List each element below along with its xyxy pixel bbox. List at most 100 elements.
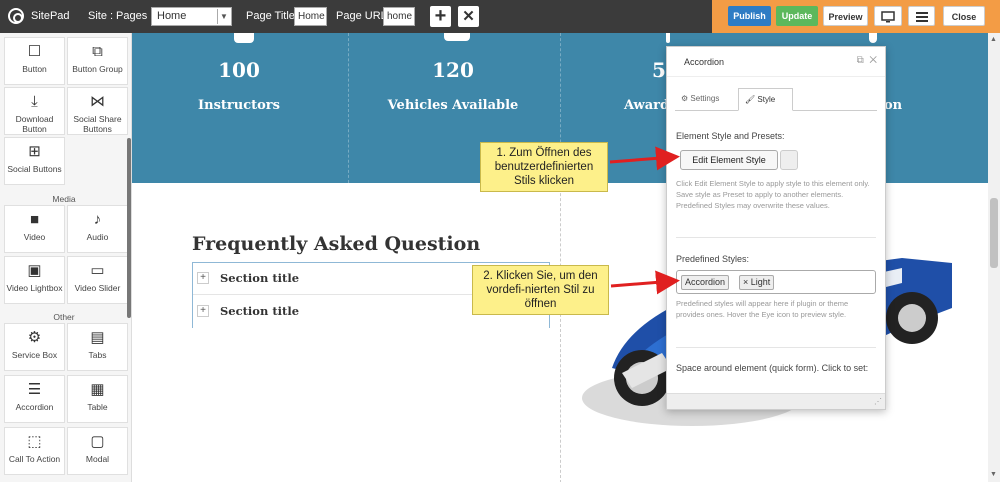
gear-icon: ⚙	[27, 329, 42, 346]
widget-accordion[interactable]: ☰ Accordion	[4, 375, 65, 423]
pages-select-value: Home	[157, 10, 187, 22]
scroll-up-icon[interactable]: ▲	[990, 36, 997, 43]
close-icon[interactable]: ✕	[869, 55, 877, 66]
stat-label: Instructors	[198, 98, 280, 113]
tab-settings[interactable]: ⚙ Settings	[675, 88, 737, 111]
stat-number: 100	[218, 58, 260, 82]
widget-video-lightbox[interactable]: ▣ Video Lightbox	[4, 256, 65, 304]
edit-style-help: Click Edit Element Style to apply style …	[676, 179, 870, 210]
edit-element-style-button[interactable]: Edit Element Style	[680, 150, 778, 170]
action-bar: Publish Update Preview Close	[712, 0, 1000, 33]
audio-icon: ♪	[93, 211, 102, 228]
page-scrollbar[interactable]: ▲ ▼	[988, 33, 1000, 482]
page-title-input[interactable]: Home	[294, 7, 327, 26]
section-media-label: Media	[52, 194, 76, 204]
widget-label: Service Box	[11, 350, 58, 360]
app-name: SitePad	[31, 10, 70, 22]
widget-call-to-action[interactable]: ⬚ Call To Action	[4, 427, 65, 475]
publish-button[interactable]: Publish	[728, 6, 771, 26]
callout-step-1: 1. Zum Öffnen des benutzerdefinierten St…	[480, 142, 608, 192]
preset-swatch[interactable]	[780, 150, 798, 170]
widget-label: Video	[23, 232, 46, 242]
chevron-down-icon: ▼	[217, 9, 230, 24]
table-icon: ▦	[90, 381, 105, 398]
page-url-label: Page URL:	[336, 10, 390, 22]
panel-header: Accordion ⧉ ✕	[667, 47, 885, 77]
widget-service-box[interactable]: ⚙ Service Box	[4, 323, 65, 371]
widget-label: Video Slider	[74, 283, 121, 293]
widget-video-slider[interactable]: ▭ Video Slider	[67, 256, 128, 304]
widget-label: Audio	[86, 232, 109, 242]
brush-icon: 🖌	[745, 95, 756, 104]
widget-button-group[interactable]: ⧉ Button Group	[67, 37, 128, 85]
widget-label: Download Button	[15, 114, 54, 134]
button-icon: ☐	[27, 43, 42, 60]
panel-controls: ⧉ ✕	[857, 55, 877, 66]
predefined-styles-help: Predefined styles will appear here if pl…	[676, 299, 849, 319]
sidebar-scrollbar[interactable]	[127, 138, 131, 318]
section-title: Section title	[220, 271, 300, 285]
space-around-title: Space around element (quick form). Click…	[676, 363, 869, 373]
widget-social-buttons[interactable]: ⊞ Social Buttons	[4, 137, 65, 185]
widget-modal[interactable]: ▢ Modal	[67, 427, 128, 475]
resize-handle-icon[interactable]: ⋰	[874, 397, 882, 406]
widget-video[interactable]: ■ Video	[4, 205, 65, 253]
modal-icon: ▢	[90, 433, 105, 450]
heart-icon	[869, 33, 877, 43]
add-page-icon[interactable]: +	[430, 6, 451, 27]
video-lightbox-icon: ▣	[27, 262, 42, 279]
site-label: Site :	[88, 10, 114, 22]
page-title-label: Page Title:	[246, 10, 298, 22]
widget-label: Video Lightbox	[6, 283, 63, 293]
section-other-label: Other	[53, 312, 75, 322]
plus-icon[interactable]: +	[197, 272, 209, 284]
callout-step-2: 2. Klicken Sie, um den vordefi-nierten S…	[472, 265, 609, 315]
predefined-styles-field[interactable]: Accordion × Light	[676, 270, 876, 294]
popout-icon[interactable]: ⧉	[857, 55, 864, 66]
video-icon: ■	[29, 211, 40, 228]
panel-title: Accordion	[684, 57, 725, 67]
tab-style[interactable]: 🖌 Style	[738, 88, 793, 111]
scroll-down-icon[interactable]: ▼	[990, 471, 997, 478]
scrollbar-thumb[interactable]	[990, 198, 998, 268]
video-slider-icon: ▭	[90, 262, 105, 279]
accordion-settings-panel: Accordion ⧉ ✕ ⚙ Settings 🖌 Style Element…	[666, 46, 886, 410]
menu-button[interactable]	[908, 6, 935, 26]
widget-social-share[interactable]: ⋈ Social Share Buttons	[67, 87, 128, 135]
section-title: Section title	[220, 304, 300, 318]
stat-number: 120	[432, 58, 474, 82]
close-button[interactable]: Close	[943, 6, 985, 26]
tab-label: Settings	[690, 94, 720, 103]
widget-tabs[interactable]: ▤ Tabs	[67, 323, 128, 371]
monitor-icon	[881, 11, 895, 23]
update-button[interactable]: Update	[776, 6, 818, 26]
preview-button[interactable]: Preview	[823, 6, 868, 26]
stat-item: 100 Instructors	[132, 33, 346, 183]
widget-label: Accordion	[15, 402, 54, 412]
widget-label: Social Share Buttons	[73, 114, 122, 134]
instructor-icon	[234, 33, 254, 43]
pages-label: Pages :	[116, 10, 154, 22]
predefined-styles-title: Predefined Styles:	[676, 254, 750, 264]
panel-tabs: ⚙ Settings 🖌 Style	[675, 88, 877, 111]
pages-select[interactable]: Home ▼	[151, 7, 232, 26]
page-url-input[interactable]: home	[383, 7, 415, 26]
element-style-title: Element Style and Presets:	[676, 131, 785, 141]
widget-download-button[interactable]: ⤓ Download Button	[4, 87, 65, 135]
plus-icon[interactable]: +	[197, 305, 209, 317]
widget-label: Button Group	[72, 64, 123, 74]
award-icon	[666, 33, 670, 43]
widget-audio[interactable]: ♪ Audio	[67, 205, 128, 253]
tab-label: Style	[757, 95, 776, 104]
social-buttons-icon: ⊞	[28, 143, 41, 160]
stat-label: Vehicles Available	[387, 98, 519, 113]
widget-label: Tabs	[88, 350, 107, 360]
widget-table[interactable]: ▦ Table	[67, 375, 128, 423]
divider	[676, 237, 876, 238]
style-tag-light[interactable]: × Light	[739, 275, 775, 290]
close-page-icon[interactable]: ✕	[458, 6, 479, 27]
button-group-icon: ⧉	[92, 43, 103, 60]
widget-button[interactable]: ☐ Button	[4, 37, 65, 85]
style-tag-accordion[interactable]: Accordion	[681, 275, 730, 290]
desktop-view-button[interactable]	[874, 6, 902, 26]
